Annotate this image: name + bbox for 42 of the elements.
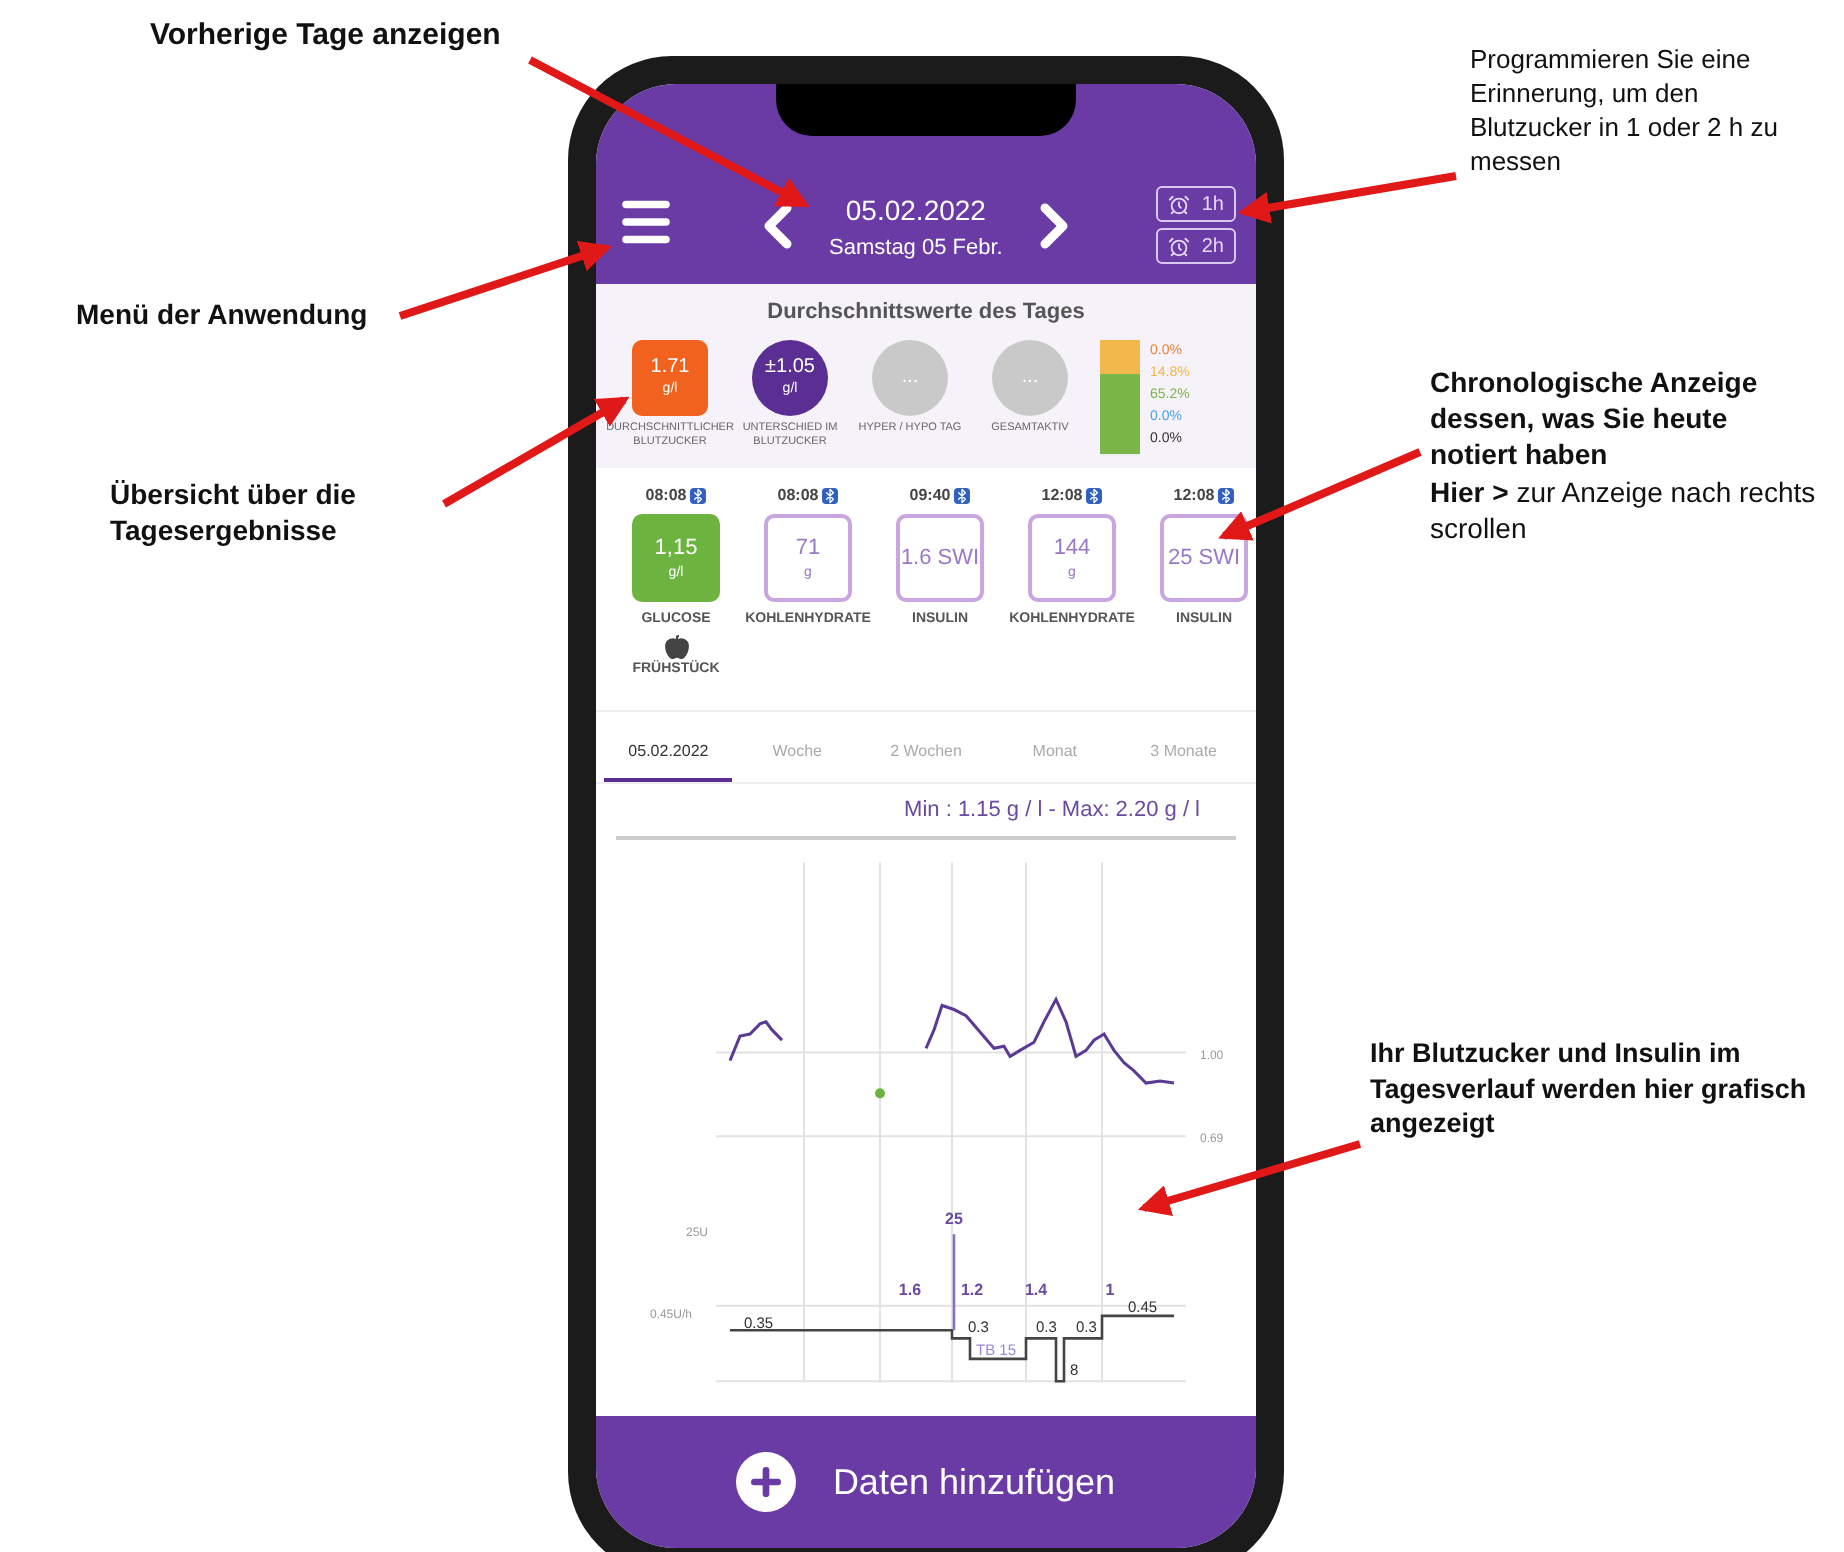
bolus-label: 1.2 xyxy=(960,1281,984,1300)
bluetooth-icon xyxy=(822,488,839,504)
annotation-note: Hier > zur Anzeige nach rechts scrollen xyxy=(1430,473,1818,546)
summary-title: Durchschnittswerte des Tages xyxy=(767,298,1085,328)
annotation-text: Menü der Anwendung xyxy=(76,296,370,333)
entry-time: 12:08 xyxy=(1173,484,1215,508)
date-title: 05.02.2022 xyxy=(845,191,986,229)
bluetooth-icon xyxy=(1218,488,1235,504)
alarm-clock-icon xyxy=(1167,235,1190,257)
weekday-subtitle: Samstag 05 Febr. xyxy=(829,233,1003,263)
entry-time: 08:08 xyxy=(645,484,687,508)
annotation-text: Ihr Blutzucker und Insulin im Tagesverlauf werden hier grafisch angezeigt xyxy=(1370,1036,1809,1142)
reminder-button[interactable]: 2h xyxy=(1155,228,1236,264)
bolus-label: 1 xyxy=(1105,1281,1115,1300)
bolus-label: 1.4 xyxy=(1024,1281,1048,1300)
annotation-text: Übersicht über die Tagesergebnisse xyxy=(110,476,358,549)
annotation-text: Programmieren Sie eine Erinnerung, um den Blutzucker in 1 oder 2 h zu messen xyxy=(1470,44,1780,180)
entry-time: 08:08 xyxy=(777,484,819,508)
entry-time: 12:08 xyxy=(1041,484,1083,508)
bluetooth-icon xyxy=(1086,488,1103,504)
period-tab[interactable]: 3 Monate xyxy=(1119,724,1249,782)
annotation-text: Vorherige Tage anzeigen xyxy=(150,16,503,55)
bolus-label: 25 xyxy=(945,1209,963,1229)
entry-card[interactable]: 25 SWI xyxy=(1160,514,1248,602)
bluetooth-icon xyxy=(690,488,707,504)
reminder-button[interactable]: 1h xyxy=(1155,186,1236,222)
add-data-button[interactable]: Daten hinzufügen xyxy=(596,1416,1256,1548)
period-tab[interactable]: 05.02.2022 xyxy=(604,724,733,782)
period-tab[interactable]: 2 Wochen xyxy=(861,724,991,782)
bolus-label: 1.6 xyxy=(898,1281,922,1300)
glucose-curve xyxy=(728,1020,784,1062)
bolus-line xyxy=(952,1234,956,1331)
period-tab[interactable]: Monat xyxy=(990,724,1120,782)
period-tab[interactable]: Woche xyxy=(732,724,862,782)
plus-icon xyxy=(736,1452,797,1512)
glucose-point xyxy=(875,1088,885,1099)
entry-time: 09:40 xyxy=(909,484,951,508)
apple-icon xyxy=(663,633,689,659)
alarm-clock-icon xyxy=(1167,193,1190,215)
bluetooth-icon xyxy=(954,488,971,504)
entry-card[interactable]: 1.6 SWI xyxy=(896,514,984,602)
min-max-text: Min : 1.15 g / l - Max: 2.20 g / l xyxy=(904,795,1200,826)
